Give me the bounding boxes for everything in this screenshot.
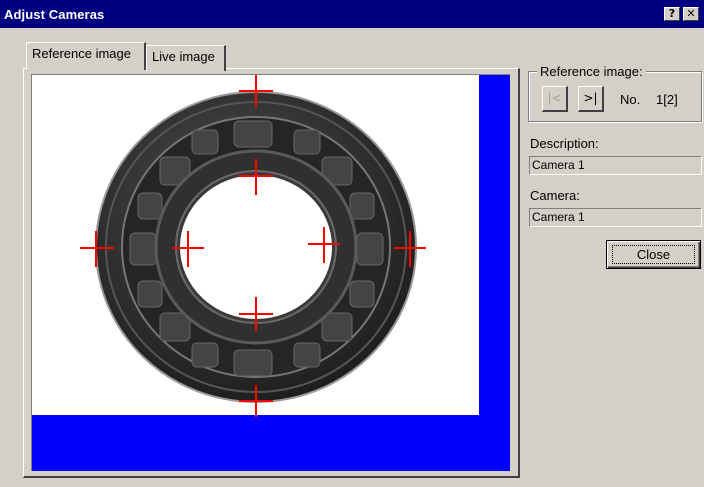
window-title: Adjust Cameras (4, 7, 105, 22)
camera-label: Camera: (530, 188, 580, 203)
last-image-button[interactable]: >| (578, 86, 604, 112)
tab-reference-image[interactable]: Reference image (26, 42, 146, 70)
description-field[interactable]: Camera 1 (529, 156, 702, 175)
close-button[interactable]: Close (606, 240, 701, 269)
description-label: Description: (530, 136, 599, 151)
number-label: No. (620, 92, 641, 107)
reference-group-legend: Reference image: (537, 64, 646, 79)
reference-image-view (31, 74, 510, 471)
close-button-label: Close (612, 245, 695, 264)
bearing-photo (80, 75, 426, 417)
title-bar: Adjust Cameras ? ✕ (0, 0, 704, 28)
first-image-button[interactable]: |< (542, 86, 568, 112)
help-icon[interactable]: ? (664, 7, 680, 21)
tab-live-image[interactable]: Live image (146, 45, 226, 71)
number-value: 1[2] (656, 92, 678, 107)
camera-field[interactable]: Camera 1 (529, 208, 702, 227)
close-icon[interactable]: ✕ (683, 7, 699, 21)
